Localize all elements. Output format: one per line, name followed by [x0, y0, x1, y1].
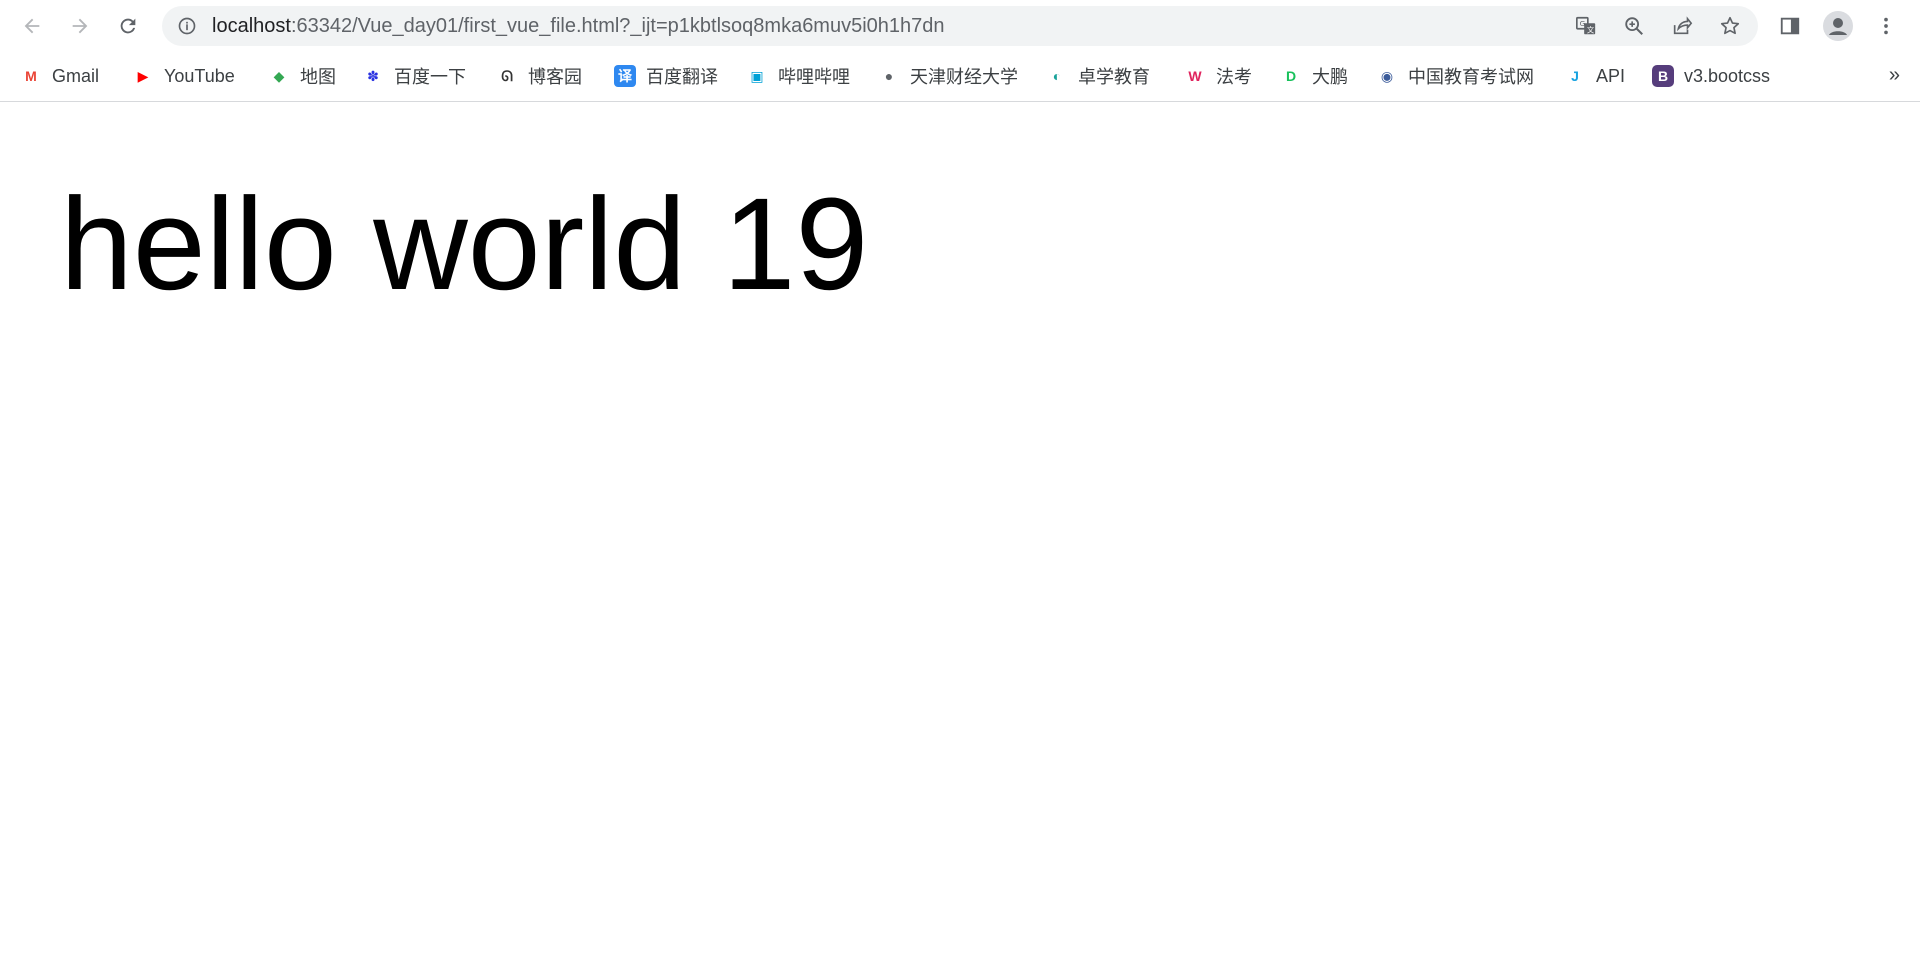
cnblogs-icon: ᘏ	[501, 67, 513, 84]
bookmark-cnblogs[interactable]: ᘏ 博客园	[496, 60, 582, 92]
side-panel-button[interactable]	[1774, 10, 1806, 42]
bookmark-dapeng[interactable]: D 大鹏	[1280, 60, 1348, 92]
url-host: localhost	[212, 15, 291, 37]
globe-icon: ●	[884, 68, 894, 84]
reload-icon	[120, 18, 136, 34]
bookmark-label: YouTube	[164, 65, 235, 86]
gmail-icon: M	[25, 68, 37, 84]
bookmark-label: 中国教育考试网	[1408, 67, 1534, 87]
svg-text:文: 文	[1587, 25, 1595, 34]
api-icon: J	[1571, 68, 1579, 84]
url-path: :63342/Vue_day01/first_vue_file.html?_ij…	[290, 15, 945, 37]
bookmark-gmail[interactable]: M Gmail	[20, 60, 99, 92]
bookmark-youtube[interactable]: ▶ YouTube	[132, 60, 235, 92]
bookmark-label: Gmail	[52, 65, 100, 86]
browser-toolbar: localhost:63342/Vue_day01/first_vue_file…	[0, 0, 1920, 52]
bookmark-label: 百度翻译	[646, 67, 718, 87]
profile-button[interactable]	[1822, 10, 1854, 42]
bookmark-fakao[interactable]: W 法考	[1184, 60, 1252, 92]
zhuoxue-icon: ◐	[1052, 68, 1062, 84]
bookmark-baidu-translate[interactable]: 译 百度翻译	[614, 60, 718, 92]
bookmark-bilibili[interactable]: ▣ 哔哩哔哩	[746, 60, 850, 92]
back-button[interactable]	[16, 10, 48, 42]
fakao-icon: W	[1188, 68, 1202, 84]
page-headline: hello world 19	[60, 170, 869, 317]
bookmark-tjufe[interactable]: ● 天津财经大学	[878, 60, 1018, 92]
bookmark-zhuoxue[interactable]: ◐ 卓学教育	[1046, 60, 1150, 92]
bootstrap-icon: B	[1652, 65, 1674, 87]
bookmark-neea[interactable]: ◉ 中国教育考试网	[1376, 60, 1534, 92]
bookmark-star-icon[interactable]	[1716, 12, 1744, 40]
address-bar[interactable]: localhost:63342/Vue_day01/first_vue_file…	[162, 6, 1758, 46]
url-text[interactable]: localhost:63342/Vue_day01/first_vue_file…	[212, 6, 945, 46]
menu-button[interactable]	[1870, 10, 1902, 42]
arrow-left-icon	[24, 18, 40, 34]
browser-chrome: localhost:63342/Vue_day01/first_vue_file…	[0, 0, 1920, 102]
translate-icon[interactable]: G文	[1572, 12, 1600, 40]
maps-icon: ◆	[273, 67, 285, 84]
side-panel-icon	[1780, 17, 1800, 35]
bookmark-maps[interactable]: ◆ 地图	[268, 60, 336, 92]
page-content: hello world 19	[0, 103, 1920, 968]
avatar-icon	[1823, 11, 1853, 41]
zoom-icon[interactable]	[1620, 12, 1648, 40]
bookmark-label: 博客园	[528, 67, 582, 87]
baidu-translate-icon: 译	[614, 65, 636, 87]
bookmark-label: 卓学教育	[1078, 67, 1150, 87]
svg-text:G: G	[1580, 19, 1586, 28]
bookmarks-bar: M Gmail ▶ YouTube ◆ 地图 ✽ 百度一下 ᘏ 博客园 译 百度…	[0, 52, 1920, 98]
arrow-right-icon	[72, 18, 88, 34]
bilibili-icon: ▣	[750, 67, 764, 84]
bookmark-label: 天津财经大学	[910, 67, 1018, 87]
bookmark-api[interactable]: J API	[1564, 60, 1625, 92]
more-bookmarks-button[interactable]: »	[1889, 60, 1900, 90]
site-info-icon[interactable]	[176, 15, 198, 37]
dapeng-icon: D	[1285, 68, 1297, 84]
bookmark-label: API	[1596, 65, 1626, 86]
reload-button[interactable]	[112, 10, 144, 42]
bookmark-baidu[interactable]: ✽ 百度一下	[362, 60, 466, 92]
bookmark-label: v3.bootcss	[1684, 65, 1771, 86]
forward-button[interactable]	[64, 10, 96, 42]
neea-icon: ◉	[1380, 67, 1394, 84]
bookmark-label: 大鹏	[1312, 67, 1348, 87]
youtube-icon: ▶	[137, 67, 149, 84]
bookmark-bootcss[interactable]: B v3.bootcss	[1652, 60, 1770, 92]
kebab-menu-icon	[1884, 17, 1888, 35]
bookmark-label: 地图	[300, 67, 336, 87]
share-icon[interactable]	[1668, 12, 1696, 40]
bookmark-label: 哔哩哔哩	[778, 67, 850, 87]
baidu-icon: ✽	[367, 67, 379, 84]
bookmark-label: 百度一下	[394, 67, 466, 87]
bookmark-label: 法考	[1216, 67, 1252, 87]
